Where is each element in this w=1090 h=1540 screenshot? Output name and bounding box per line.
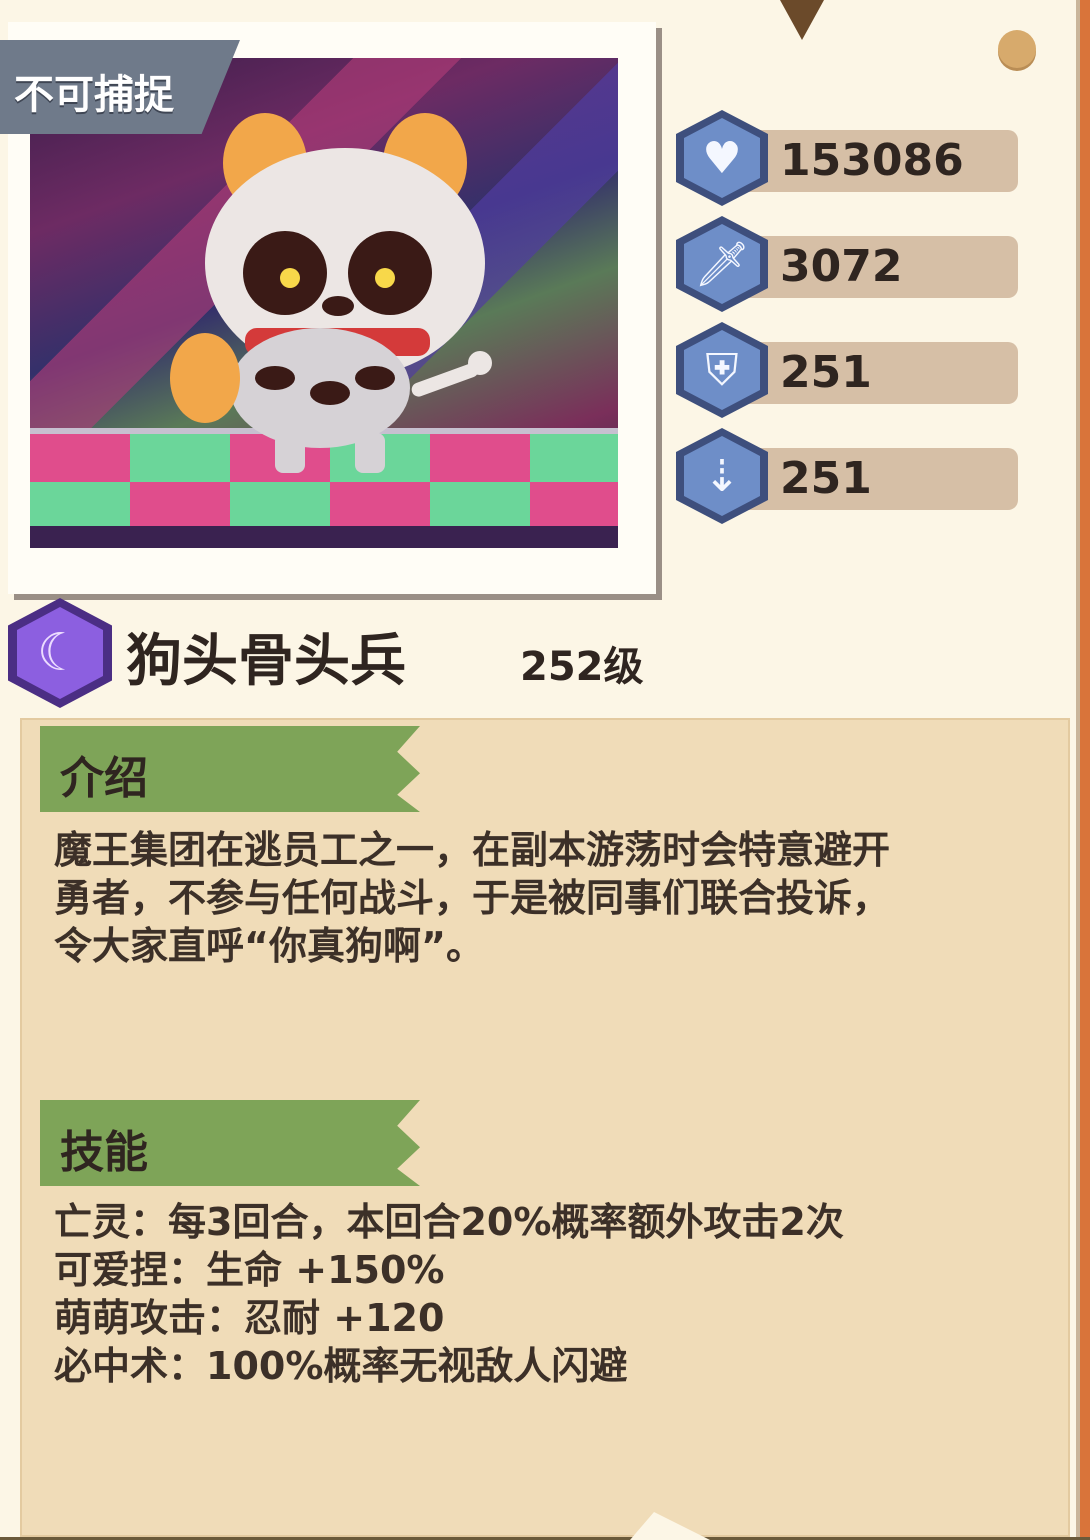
moon-icon: ☾ bbox=[36, 623, 84, 683]
intro-heading: 介绍 bbox=[60, 753, 148, 804]
paper-tear bbox=[780, 0, 824, 40]
skill-item: 萌萌攻击：忍耐 +120 bbox=[54, 1296, 445, 1340]
stat-hp-value: 153086 bbox=[780, 135, 964, 186]
monster-name: 狗头骨头兵 bbox=[126, 629, 406, 694]
stat-attack: 🗡 3072 bbox=[676, 216, 1018, 312]
intro-text: 魔王集团在逃员工之一，在副本游荡时会特意避开 勇者，不参与任何战斗，于是被同事们… bbox=[54, 826, 994, 970]
intro-line: 令大家直呼“你真狗啊”。 bbox=[54, 924, 484, 968]
stat-defense-value: 251 bbox=[780, 347, 872, 398]
uncapturable-tag: 不可捕捉 bbox=[0, 40, 240, 134]
stat-dodge: ⇣ 251 bbox=[676, 428, 1018, 524]
stat-defense: ⛨ 251 bbox=[676, 322, 1018, 418]
stat-hp: ♥ 153086 bbox=[676, 110, 1018, 206]
skill-item: 可爱捏：生命 +150% bbox=[54, 1248, 445, 1292]
intro-heading-ribbon: 介绍 bbox=[40, 726, 420, 812]
uncapturable-label: 不可捕捉 bbox=[14, 72, 174, 118]
skills-list: 亡灵：每3回合，本回合20%概率额外攻击2次 可爱捏：生命 +150% 萌萌攻击… bbox=[54, 1198, 994, 1390]
intro-line: 勇者，不参与任何战斗，于是被同事们联合投诉， bbox=[54, 876, 891, 920]
skill-item: 必中术：100%概率无视敌人闪避 bbox=[54, 1344, 628, 1388]
skills-heading-ribbon: 技能 bbox=[40, 1100, 420, 1186]
stat-dodge-value: 251 bbox=[780, 453, 872, 504]
intro-line: 魔王集团在逃员工之一，在副本游荡时会特意避开 bbox=[54, 828, 891, 872]
heart-icon: ♥ bbox=[702, 132, 742, 184]
sword-icon: 🗡 bbox=[694, 239, 750, 290]
pin-icon bbox=[998, 30, 1036, 68]
skills-heading: 技能 bbox=[60, 1127, 148, 1178]
shield-icon: ⛨ bbox=[705, 344, 739, 396]
skill-item: 亡灵：每3回合，本回合20%概率额外攻击2次 bbox=[54, 1200, 844, 1244]
monster-header: ☾ 狗头骨头兵 252级 bbox=[8, 598, 708, 710]
monster-level: 252级 bbox=[520, 644, 644, 690]
stat-attack-value: 3072 bbox=[780, 241, 903, 292]
dodge-icon: ⇣ bbox=[703, 450, 741, 502]
